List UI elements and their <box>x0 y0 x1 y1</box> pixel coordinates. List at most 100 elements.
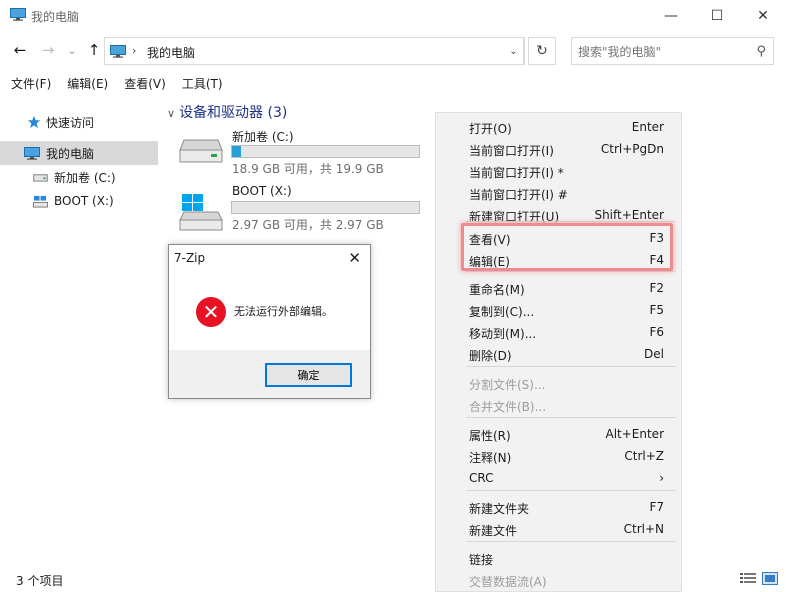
menu-edit[interactable]: 编辑(E) <box>56 72 113 94</box>
highlight-annotation <box>461 223 673 271</box>
context-menu-item[interactable]: CRC › <box>436 467 681 489</box>
context-menu-item-label: 复制到(C)... <box>469 305 535 319</box>
shortcut-label: F6 <box>649 325 664 339</box>
context-menu-item[interactable]: 删除(D) Del <box>436 343 681 365</box>
back-button[interactable]: ← <box>10 40 30 60</box>
search-input[interactable] <box>578 43 748 61</box>
dialog-title-bar: 7-Zip ✕ <box>169 245 370 272</box>
devices-group-header[interactable]: ∨ 设备和驱动器 (3) <box>167 102 287 122</box>
error-icon: ✕ <box>196 297 226 327</box>
usb-drive-icon <box>179 194 223 231</box>
computer-icon <box>10 8 26 21</box>
maximize-button[interactable]: ☐ <box>694 0 740 31</box>
up-button[interactable]: ↑ <box>84 40 104 60</box>
group-title: 设备和驱动器 (3) <box>179 105 288 121</box>
context-menu-item-label: 新建文件夹 <box>469 502 530 516</box>
context-menu-item[interactable]: 注释(N) Ctrl+Z <box>436 445 681 467</box>
context-menu-item[interactable]: 当前窗口打开(I) * <box>436 160 681 182</box>
address-bar[interactable]: › 我的电脑 <box>104 37 524 65</box>
sidebar-item-drive-x[interactable]: BOOT (X:) <box>0 189 158 213</box>
context-menu-item-label: 链接 <box>469 553 494 567</box>
context-menu-item-label: 当前窗口打开(I) # <box>469 188 568 202</box>
drive-free-space: 18.9 GB 可用，共 19.9 GB <box>232 162 384 176</box>
breadcrumb-separator-icon: › <box>132 44 137 57</box>
sidebar-item-this-pc[interactable]: 我的电脑 <box>0 141 158 165</box>
drive-tile-x[interactable]: BOOT (X:) 2.97 GB 可用，共 2.97 GB <box>178 184 423 234</box>
context-menu-item-label: CRC <box>469 471 494 485</box>
context-menu-item[interactable]: 当前窗口打开(I) # <box>436 182 681 204</box>
sidebar-item-quick-access[interactable]: 快速访问 <box>0 110 158 134</box>
search-box: ⚲ <box>571 37 774 65</box>
context-menu-item[interactable]: 合并文件(B)... <box>436 394 681 416</box>
context-menu-item-label: 新建文件 <box>469 524 518 538</box>
forward-arrow-icon: → <box>41 41 55 59</box>
menu-tools[interactable]: 工具(T) <box>171 72 228 94</box>
details-view-icon[interactable] <box>740 572 756 585</box>
menu-view[interactable]: 查看(V) <box>113 72 171 94</box>
context-menu-item[interactable]: 交替数据流(A) <box>436 569 681 591</box>
ok-button[interactable]: 确定 <box>265 363 352 387</box>
recent-locations-button[interactable]: ⌄ <box>62 40 82 60</box>
context-menu-item-label: 打开(O) <box>469 122 512 136</box>
computer-icon <box>24 146 40 160</box>
menu-divider <box>466 366 676 367</box>
large-icons-view-icon[interactable] <box>762 572 778 585</box>
breadcrumb[interactable]: 我的电脑 <box>147 44 195 61</box>
sidebar-item-drive-c[interactable]: 新加卷 (C:) <box>0 165 158 189</box>
navigation-pane: 快速访问 我的电脑 新加卷 (C:) BOOT (X:) <box>0 106 158 566</box>
context-menu-item-label: 交替数据流(A) <box>469 575 547 589</box>
maximize-icon: ☐ <box>710 7 724 24</box>
menu-divider <box>466 417 676 418</box>
context-menu-item[interactable]: 重命名(M) F2 <box>436 277 681 299</box>
error-dialog: 7-Zip ✕ ✕ 无法运行外部编辑。 确定 <box>168 244 371 399</box>
address-dropdown-button[interactable]: ⌄ <box>503 37 525 65</box>
sidebar-item-label: BOOT (X:) <box>54 194 114 208</box>
drive-icon <box>179 139 223 163</box>
close-icon: ✕ <box>757 7 769 24</box>
minimize-icon: — <box>664 7 678 24</box>
dialog-message: 无法运行外部编辑。 <box>234 305 333 318</box>
close-button[interactable]: ✕ <box>740 0 786 31</box>
sidebar-item-label: 我的电脑 <box>46 146 95 161</box>
shortcut-label: Ctrl+PgDn <box>600 142 664 156</box>
menu-divider <box>466 490 676 491</box>
context-menu-item[interactable]: 复制到(C)... F5 <box>436 299 681 321</box>
drive-usage-bar <box>231 201 420 214</box>
minimize-button[interactable]: — <box>648 0 694 31</box>
sidebar-item-label: 新加卷 (C:) <box>54 170 116 185</box>
refresh-button[interactable]: ↻ <box>528 37 556 65</box>
context-menu-item[interactable]: 当前窗口打开(I) Ctrl+PgDn <box>436 138 681 160</box>
context-menu-item[interactable]: 分割文件(S)... <box>436 372 681 394</box>
menu-file[interactable]: 文件(F) <box>0 72 56 94</box>
drive-tile-c[interactable]: 新加卷 (C:) 18.9 GB 可用，共 19.9 GB <box>178 128 423 178</box>
refresh-icon: ↻ <box>536 43 548 59</box>
title-bar: 我的电脑 — ☐ ✕ <box>0 0 786 31</box>
shortcut-label: Del <box>644 347 664 361</box>
shortcut-label: F7 <box>649 500 664 514</box>
context-menu-item[interactable]: 链接 <box>436 547 681 569</box>
dialog-body: ✕ 无法运行外部编辑。 <box>169 272 370 350</box>
menu-divider <box>466 271 676 272</box>
context-menu-item[interactable]: 新建文件夹 F7 <box>436 496 681 518</box>
context-menu-item-label: 合并文件(B)... <box>469 400 547 414</box>
context-menu-item[interactable]: 打开(O) Enter <box>436 116 681 138</box>
chevron-down-icon: ⌄ <box>67 43 77 57</box>
shortcut-label: F5 <box>649 303 664 317</box>
context-menu-item[interactable]: 属性(R) Alt+Enter <box>436 423 681 445</box>
forward-button[interactable]: → <box>38 40 58 60</box>
close-icon[interactable]: ✕ <box>348 249 361 267</box>
search-icon[interactable]: ⚲ <box>756 44 766 59</box>
context-menu-item-label: 属性(R) <box>469 429 511 443</box>
computer-icon <box>110 45 126 58</box>
shortcut-label: F2 <box>649 281 664 295</box>
chevron-down-icon: ⌄ <box>509 45 518 57</box>
drive-name: BOOT (X:) <box>232 184 292 198</box>
context-menu-item[interactable]: 移动到(M)... F6 <box>436 321 681 343</box>
shortcut-label: Ctrl+Z <box>624 449 664 463</box>
sidebar-item-label: 快速访问 <box>46 115 95 130</box>
chevron-down-icon: ∨ <box>167 107 176 120</box>
shortcut-label: Alt+Enter <box>605 427 664 441</box>
context-menu-item[interactable]: 新建文件 Ctrl+N <box>436 518 681 540</box>
menu-bar: 文件(F) 编辑(E) 查看(V) 工具(T) <box>0 72 228 94</box>
context-menu-item-label: 分割文件(S)... <box>469 378 546 392</box>
